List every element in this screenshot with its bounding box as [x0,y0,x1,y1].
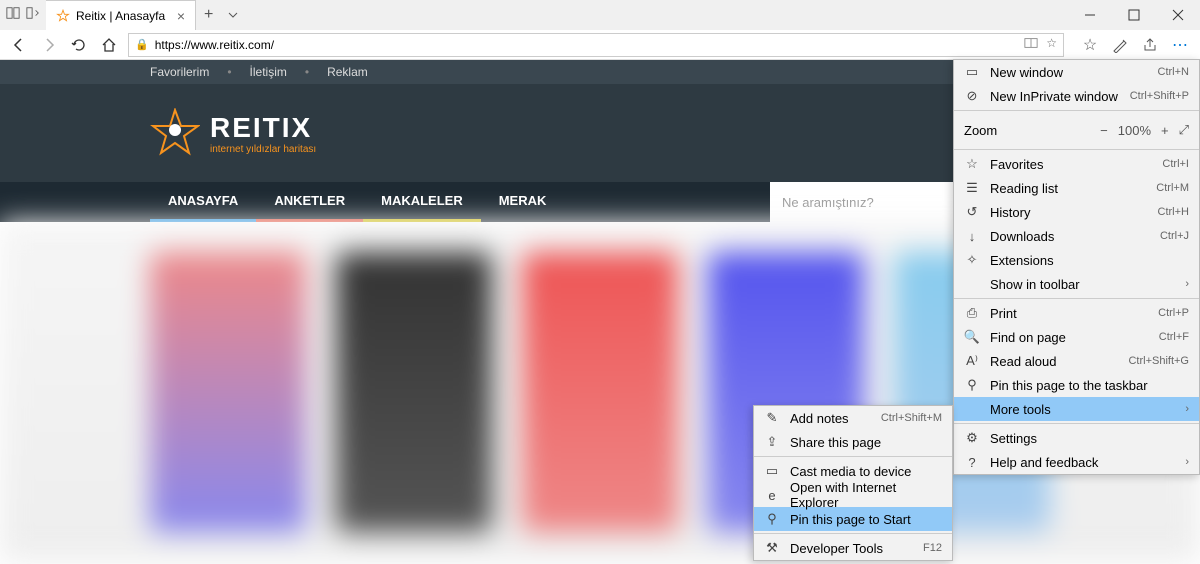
tab-title: Reitix | Anasayfa [76,9,165,23]
topbar-link[interactable]: Favorilerim [150,65,209,79]
menu-read-aloud[interactable]: A⁾Read aloudCtrl+Shift+G [954,349,1199,373]
search-icon: 🔍 [964,329,980,345]
tab-aside-controls [0,0,46,30]
read-aloud-icon: A⁾ [964,353,980,369]
lock-icon: 🔒 [135,38,149,51]
help-icon: ? [964,455,980,470]
inprivate-icon: ⊘ [964,88,980,104]
window-icon: ▭ [964,64,980,80]
submenu-pin-start[interactable]: ⚲Pin this page to Start [754,507,952,531]
star-icon: ☆ [964,156,980,172]
nav-item-makaleler[interactable]: MAKALELER [363,182,481,222]
minimize-button[interactable] [1068,0,1112,30]
topbar-link[interactable]: Reklam [327,65,368,79]
menu-settings[interactable]: ⚙Settings [954,426,1199,450]
window-controls [1068,0,1200,30]
topbar-link[interactable]: İletişim [250,65,287,79]
zoom-level: 100% [1118,123,1151,138]
pin-icon: ⚲ [964,377,980,393]
zoom-out-button[interactable]: − [1100,123,1108,138]
menu-print[interactable]: ⎙PrintCtrl+P [954,301,1199,325]
titlebar: Reitix | Anasayfa × + [0,0,1200,30]
browser-tab[interactable]: Reitix | Anasayfa × [46,0,196,30]
menu-new-window[interactable]: ▭New windowCtrl+N [954,60,1199,84]
zoom-in-button[interactable]: + [1161,123,1169,138]
menu-show-toolbar[interactable]: Show in toolbar› [954,272,1199,296]
extensions-icon: ✧ [964,252,980,268]
list-icon: ☰ [964,180,980,196]
home-button[interactable] [96,32,122,58]
menu-new-inprivate[interactable]: ⊘New InPrivate windowCtrl+Shift+P [954,84,1199,108]
submenu-add-notes[interactable]: ✎Add notesCtrl+Shift+M [754,406,952,430]
cast-icon: ▭ [764,463,780,479]
submenu-share[interactable]: ⇪Share this page [754,430,952,454]
menu-help[interactable]: ?Help and feedback› [954,450,1199,474]
close-window-button[interactable] [1156,0,1200,30]
settings-menu: ▭New windowCtrl+N ⊘New InPrivate windowC… [953,59,1200,475]
pin-start-icon: ⚲ [764,511,780,527]
print-icon: ⎙ [964,305,980,321]
new-tab-button[interactable]: + [196,0,221,30]
close-tab-icon[interactable]: × [177,8,185,24]
share-icon: ⇪ [764,434,780,450]
logo-text: REITIX [210,112,316,144]
menu-find[interactable]: 🔍Find on pageCtrl+F [954,325,1199,349]
download-icon: ↓ [964,229,980,244]
menu-downloads[interactable]: ↓DownloadsCtrl+J [954,224,1199,248]
ie-icon: e [764,488,780,503]
tab-overflow-icon[interactable] [221,0,245,30]
notes-icon: ✎ [764,410,780,426]
forward-button[interactable] [36,32,62,58]
maximize-button[interactable] [1112,0,1156,30]
nav-item-anasayfa[interactable]: ANASAYFA [150,182,256,222]
hub-favorites-icon[interactable]: ☆ [1078,35,1102,55]
more-menu-button[interactable]: ⋯ [1168,35,1192,55]
set-tabs-aside-icon[interactable] [6,6,20,25]
url-text: https://www.reitix.com/ [155,38,1019,52]
share-icon[interactable] [1138,35,1162,55]
gear-icon: ⚙ [964,430,980,446]
tabs-aside-icon[interactable] [26,6,40,25]
logo-subtitle: internet yıldızlar haritası [210,144,316,155]
menu-pin-taskbar[interactable]: ⚲Pin this page to the taskbar [954,373,1199,397]
submenu-open-ie[interactable]: eOpen with Internet Explorer [754,483,952,507]
menu-reading-list[interactable]: ☰Reading listCtrl+M [954,176,1199,200]
reading-view-icon[interactable] [1024,36,1038,53]
more-tools-submenu: ✎Add notesCtrl+Shift+M ⇪Share this page … [753,405,953,561]
favorite-star-icon[interactable]: ☆ [1046,36,1057,53]
logo-star-icon [150,108,200,158]
address-bar: 🔒 https://www.reitix.com/ ☆ ☆ ⋯ [0,30,1200,60]
nav-item-merak[interactable]: MERAK [481,182,565,222]
nav-item-anketler[interactable]: ANKETLER [256,182,363,222]
favicon-star-icon [56,9,70,23]
site-logo[interactable]: REITIX internet yıldızlar haritası [150,108,316,158]
url-input[interactable]: 🔒 https://www.reitix.com/ ☆ [128,33,1064,57]
menu-zoom: Zoom−100%+⤢ [954,113,1199,147]
back-button[interactable] [6,32,32,58]
history-icon: ↺ [964,204,980,220]
refresh-button[interactable] [66,32,92,58]
menu-more-tools[interactable]: More tools› [954,397,1199,421]
fullscreen-icon[interactable]: ⤢ [1179,122,1189,138]
notes-icon[interactable] [1108,35,1132,55]
menu-history[interactable]: ↺HistoryCtrl+H [954,200,1199,224]
menu-extensions[interactable]: ✧Extensions [954,248,1199,272]
submenu-devtools[interactable]: ⚒Developer ToolsF12 [754,536,952,560]
menu-favorites[interactable]: ☆FavoritesCtrl+I [954,152,1199,176]
devtools-icon: ⚒ [764,540,780,556]
